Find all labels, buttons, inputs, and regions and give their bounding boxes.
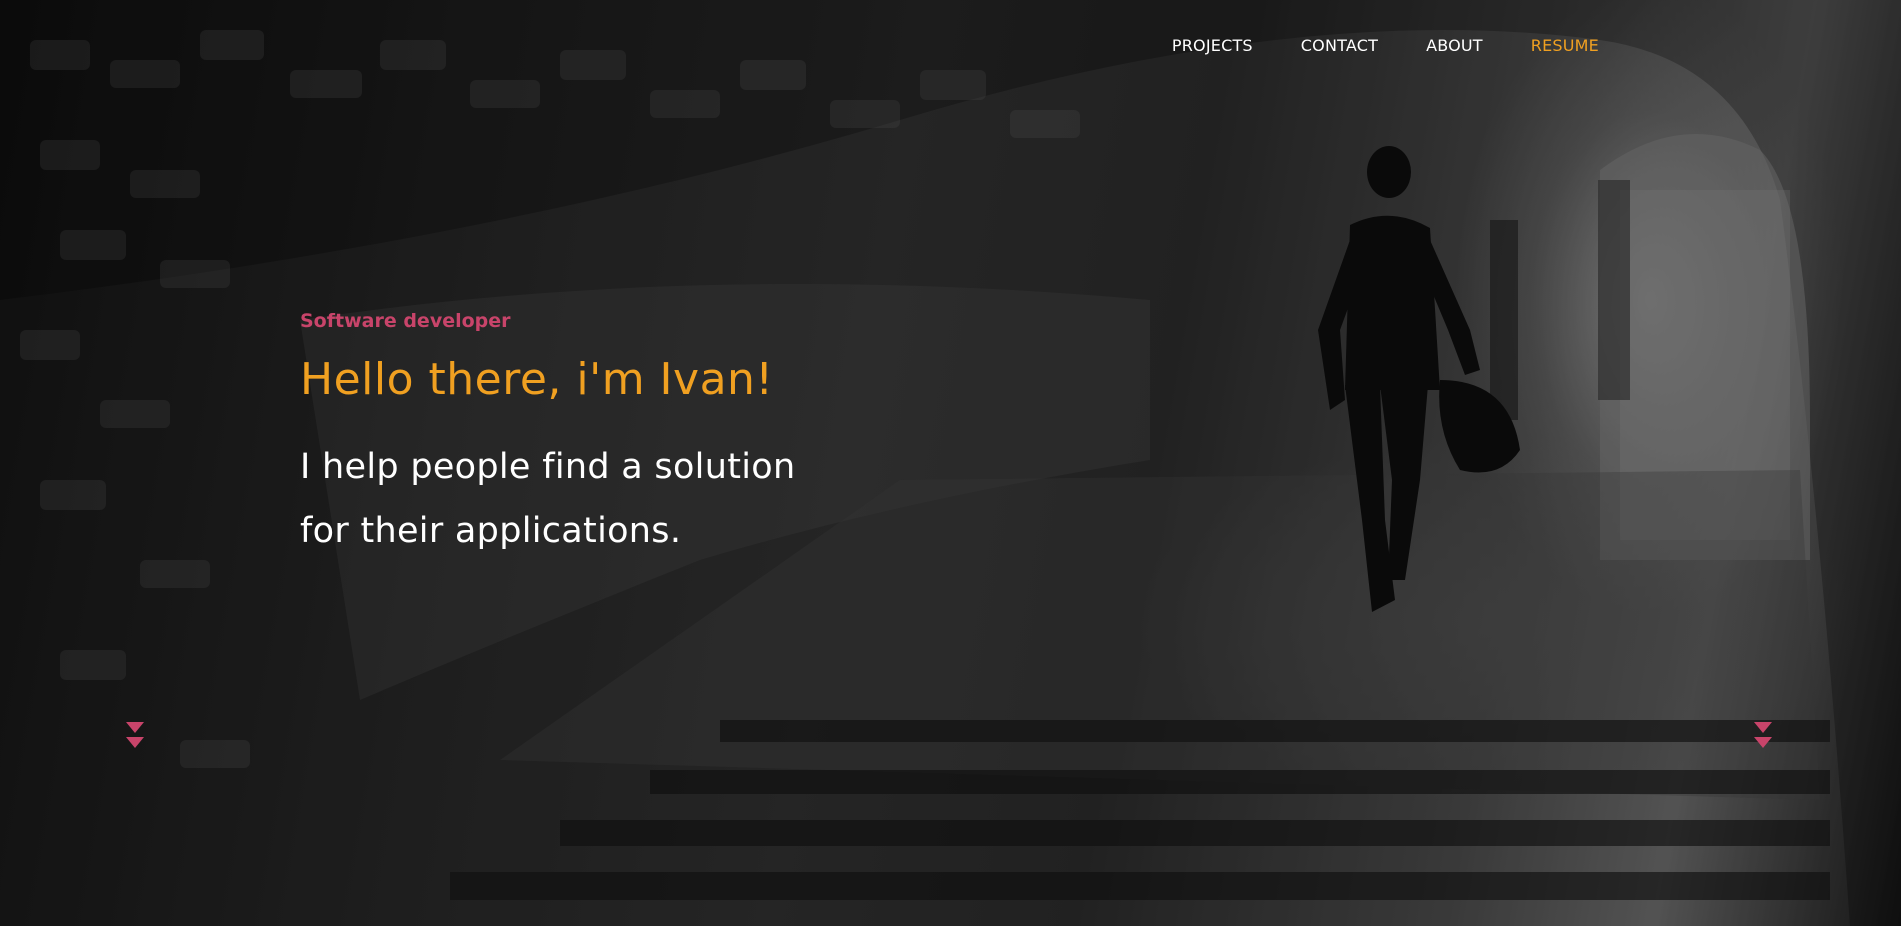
chevron-down-icon	[1754, 737, 1772, 748]
scroll-down-right-icon[interactable]	[1754, 722, 1772, 752]
nav-link-about[interactable]: ABOUT	[1426, 36, 1483, 55]
hero-tagline-line1: I help people find a solution	[300, 447, 796, 487]
hero-content: Software developer Hello there, i'm Ivan…	[300, 310, 1000, 563]
chevron-down-icon	[126, 737, 144, 748]
chevron-down-icon	[126, 722, 144, 733]
nav-link-contact[interactable]: CONTACT	[1301, 36, 1378, 55]
scroll-down-left-icon[interactable]	[126, 722, 144, 752]
main-nav: PROJECTS CONTACT ABOUT RESUME	[1172, 36, 1599, 55]
chevron-down-icon	[1754, 722, 1772, 733]
hero-subtitle: Software developer	[300, 310, 511, 332]
hero-headline: Hello there, i'm Ivan!	[300, 354, 774, 405]
nav-link-projects[interactable]: PROJECTS	[1172, 36, 1253, 55]
hero-section: PROJECTS CONTACT ABOUT RESUME Software d…	[0, 0, 1901, 926]
hero-tagline-line2: for their applications.	[300, 511, 682, 551]
nav-link-resume[interactable]: RESUME	[1531, 36, 1599, 55]
hero-tagline: I help people find a solution for their …	[300, 435, 920, 563]
